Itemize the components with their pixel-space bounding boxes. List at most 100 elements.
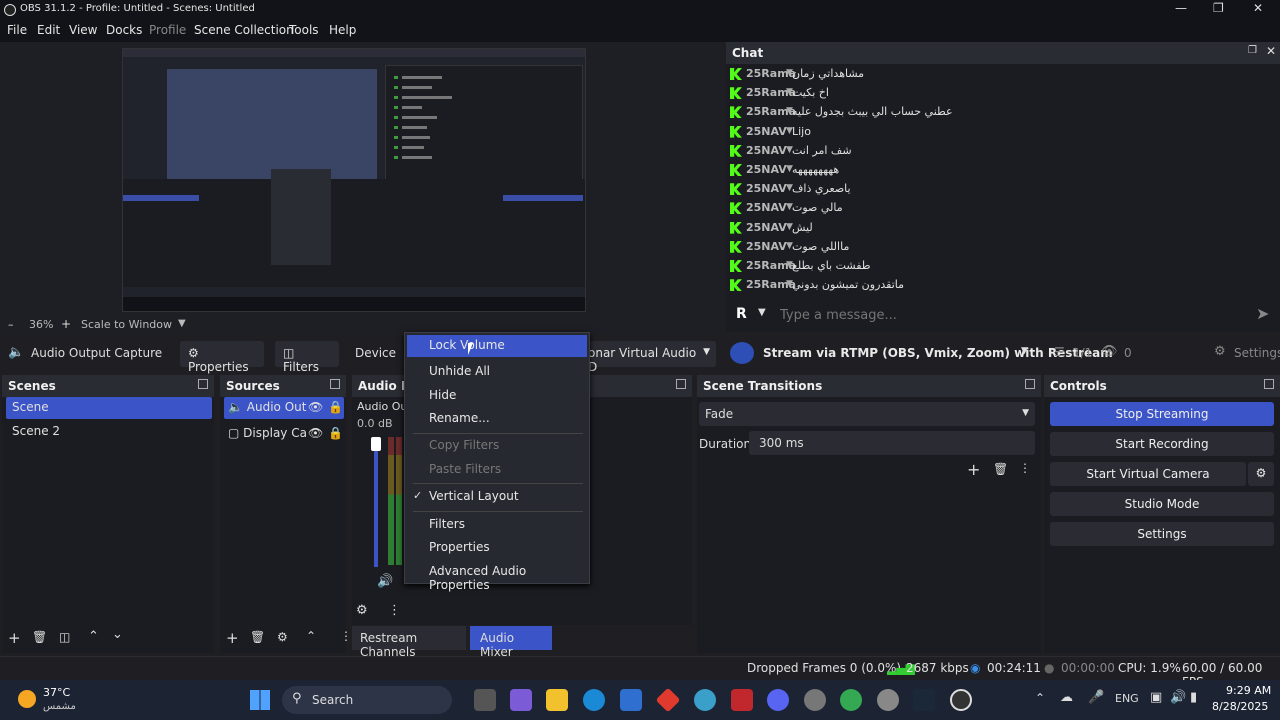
menu-edit[interactable]: Edit <box>37 23 60 37</box>
store-icon[interactable] <box>620 689 642 711</box>
trash-icon[interactable]: 🗑 <box>993 462 1008 476</box>
menu-advanced-audio-properties[interactable]: Advanced Audio Properties <box>407 561 587 592</box>
menu-rename[interactable]: Rename... <box>407 408 587 430</box>
float-icon[interactable]: ❐ <box>1248 45 1257 56</box>
discord-icon[interactable] <box>767 689 789 711</box>
close-icon[interactable]: ✕ <box>1266 44 1276 58</box>
menu-filters[interactable]: Filters <box>407 514 587 536</box>
zoom-out-button[interactable]: – <box>8 318 14 331</box>
battery-icon[interactable]: ▮ <box>1190 690 1197 705</box>
stop-streaming-button[interactable]: Stop Streaming <box>1050 402 1274 426</box>
menu-view[interactable]: View <box>69 23 97 37</box>
preview-canvas[interactable] <box>122 48 586 312</box>
move-up-icon[interactable]: ⌃ <box>306 629 316 643</box>
chevron-down-icon[interactable]: ▼ <box>1021 346 1028 356</box>
mute-speaker-icon[interactable]: 🔊 <box>377 574 393 589</box>
duration-input[interactable]: 300 ms <box>749 431 1035 455</box>
obs-taskbar-icon[interactable] <box>950 689 972 711</box>
transition-select[interactable]: Fade ▼ <box>699 402 1035 426</box>
settings-button[interactable]: Settings <box>1050 522 1274 546</box>
more-icon[interactable]: ⋮ <box>1019 461 1031 475</box>
filter-icon[interactable]: ◫ <box>59 630 70 644</box>
lock-icon[interactable]: 🔒 <box>328 400 343 414</box>
chat-username[interactable]: 25NAV <box>746 163 787 176</box>
trash-icon[interactable]: 🗑 <box>250 630 265 644</box>
app-blue-icon[interactable] <box>694 689 716 711</box>
add-icon[interactable]: + <box>226 629 239 647</box>
add-icon[interactable]: + <box>8 629 21 647</box>
edge-icon[interactable] <box>583 689 605 711</box>
menu-file[interactable]: File <box>7 23 27 37</box>
chat-username[interactable]: 25NAV <box>746 240 787 253</box>
menu-profile[interactable]: Profile <box>149 23 186 37</box>
menu-help[interactable]: Help <box>329 23 356 37</box>
language-indicator[interactable]: ENG <box>1115 692 1139 705</box>
start-virtual-camera-button[interactable]: Start Virtual Camera <box>1050 462 1246 486</box>
chrome-icon[interactable] <box>840 689 862 711</box>
app-circle-icon[interactable] <box>877 689 899 711</box>
move-up-icon[interactable]: ⌃ <box>88 629 99 644</box>
volume-icon[interactable]: 🔊 <box>1170 690 1186 705</box>
minimize-button[interactable]: — <box>1175 1 1187 15</box>
chat-message-input[interactable] <box>780 304 1240 326</box>
add-icon[interactable]: + <box>967 460 980 479</box>
tab-restream-channels[interactable]: Restream Channels <box>352 626 466 659</box>
menu-vertical-layout[interactable]: Vertical Layout <box>407 486 587 508</box>
clock-date[interactable]: 8/28/2025 <box>1212 700 1268 713</box>
float-icon[interactable] <box>198 379 208 389</box>
taskbar-search[interactable]: ⚲ Search <box>282 686 452 714</box>
volume-slider[interactable] <box>374 439 378 567</box>
copilot-icon[interactable] <box>510 689 532 711</box>
app-red-icon[interactable] <box>655 687 681 713</box>
scene-item[interactable]: Scene <box>6 397 212 419</box>
menu-tools[interactable]: Tools <box>289 23 319 37</box>
menu-paste-filters[interactable]: Paste Filters <box>407 459 587 481</box>
float-icon[interactable] <box>330 379 340 389</box>
menu-lock-volume[interactable]: Lock Volume <box>407 335 587 357</box>
studio-mode-button[interactable]: Studio Mode <box>1050 492 1274 516</box>
chat-username[interactable]: 25NAV <box>746 201 787 214</box>
tray-chevron-icon[interactable]: ⌃ <box>1035 691 1045 705</box>
filters-button[interactable]: ◫ Filters <box>275 341 339 374</box>
more-icon[interactable]: ⋮ <box>388 603 401 618</box>
chat-username[interactable]: 25NAV <box>746 144 787 157</box>
close-button[interactable]: ✕ <box>1253 1 1263 15</box>
eye-icon[interactable]: 👁 <box>308 400 323 414</box>
maximize-button[interactable]: ❐ <box>1213 1 1224 15</box>
more-icon[interactable]: ⋮ <box>340 629 352 643</box>
microphone-icon[interactable]: 🎤 <box>1088 690 1104 705</box>
trash-icon[interactable]: 🗑 <box>32 630 47 644</box>
source-item[interactable]: 🔈 Audio Out 👁 🔒 <box>224 397 344 419</box>
steam-icon[interactable] <box>913 689 935 711</box>
restream-settings[interactable]: Settings <box>1234 346 1280 360</box>
virtual-camera-gear-icon[interactable]: ⚙ <box>1248 462 1274 486</box>
lock-icon[interactable]: 🔒 <box>328 426 343 440</box>
start-recording-button[interactable]: Start Recording <box>1050 432 1274 456</box>
device-select[interactable]: onar Virtual Audio D ▼ <box>580 341 716 374</box>
mcafee-icon[interactable] <box>731 689 753 711</box>
gear-icon[interactable]: ⚙ <box>277 630 288 644</box>
float-icon[interactable] <box>1264 379 1274 389</box>
menu-unhide-all[interactable]: Unhide All <box>407 361 587 383</box>
eye-icon[interactable]: 👁 <box>308 426 323 440</box>
cloud-icon[interactable]: ☁ <box>1060 690 1073 705</box>
float-icon[interactable] <box>676 379 686 389</box>
source-item[interactable]: ▢ Display Ca 👁 🔒 <box>224 423 344 445</box>
tab-audio-mixer[interactable]: Audio Mixer <box>470 626 552 659</box>
menu-scene-collection[interactable]: Scene Collection <box>194 23 294 37</box>
menu-properties[interactable]: Properties <box>407 537 587 559</box>
file-explorer-icon[interactable] <box>546 689 568 711</box>
gear-icon[interactable]: ⚙ <box>1214 344 1226 359</box>
chat-username[interactable]: 25NAV <box>746 182 787 195</box>
chat-username[interactable]: 25NAV <box>746 125 787 138</box>
send-icon[interactable]: ➤ <box>1256 304 1269 323</box>
weather-temp[interactable]: 37°C <box>43 686 70 699</box>
chevron-down-icon[interactable]: ▼ <box>758 307 766 318</box>
mixer-gear-icon[interactable]: ⚙ <box>356 603 368 618</box>
menu-hide[interactable]: Hide <box>407 385 587 407</box>
task-view-icon[interactable] <box>474 689 496 711</box>
windows-start-icon[interactable] <box>250 690 270 710</box>
zoom-in-button[interactable]: + <box>61 317 71 331</box>
scene-item[interactable]: Scene 2 <box>6 421 212 443</box>
properties-button[interactable]: ⚙ Properties <box>180 341 264 374</box>
